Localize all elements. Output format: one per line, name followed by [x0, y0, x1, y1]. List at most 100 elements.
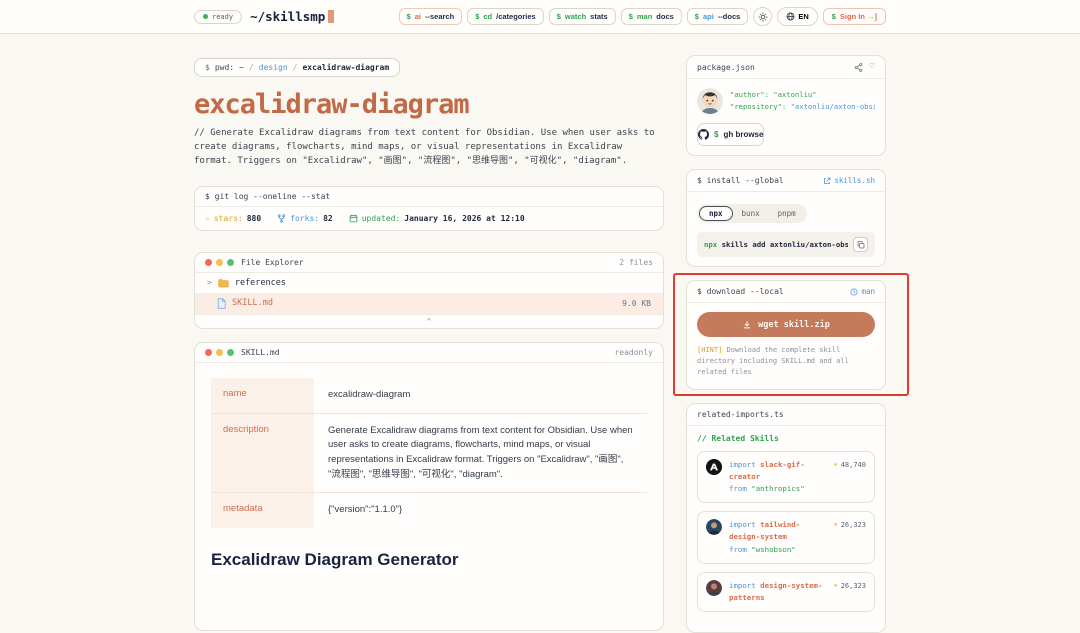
- download-hint: [HINT] Download the complete skill direc…: [697, 345, 875, 379]
- install-command-title: $ install --global: [697, 176, 784, 185]
- file-size: 9.0 KB: [622, 299, 651, 308]
- copy-button[interactable]: [853, 237, 868, 252]
- breadcrumb-current: excalidraw-diagram: [302, 63, 389, 72]
- brand-logo[interactable]: ~/skillsmp: [250, 9, 334, 24]
- import-keyword: import: [729, 581, 756, 590]
- repo-stats-row: ☆ stars: 880 forks: 82: [195, 207, 663, 230]
- maximize-dot-icon[interactable]: [227, 349, 234, 356]
- breadcrumb-design-link[interactable]: design: [259, 63, 288, 72]
- close-dot-icon[interactable]: [205, 259, 212, 266]
- install-header: $ install --global skills.sh: [687, 170, 885, 192]
- repository-value[interactable]: "axtonliu/axton-obsi…": [791, 102, 875, 111]
- frontmatter-value-description: Generate Excalidraw diagrams from text c…: [314, 414, 647, 494]
- related-skill-item-slack-gif-creator[interactable]: import slack-gif-creator from "anthropic…: [697, 451, 875, 504]
- anthropic-logo-icon: [706, 459, 722, 475]
- avatar: [697, 88, 723, 114]
- download-card: $ download --local man: [686, 280, 886, 390]
- nav-arg: docs: [656, 12, 674, 21]
- author-value[interactable]: "axtonliu": [773, 90, 816, 99]
- star-count: 26,323: [841, 521, 866, 529]
- share-icon[interactable]: [854, 63, 863, 72]
- download-body: wget skill.zip [HINT] Download the compl…: [687, 303, 885, 389]
- status-label: ready: [212, 13, 233, 21]
- nav-categories-button[interactable]: $ cd /categories: [467, 8, 544, 25]
- nav-ai-search-button[interactable]: $ ai --search: [399, 8, 463, 25]
- sign-in-button[interactable]: $ Sign In →]: [823, 8, 886, 25]
- file-icon: [217, 298, 226, 309]
- nav-arg: --docs: [718, 12, 741, 21]
- star-count: 26,323: [841, 582, 866, 590]
- maximize-dot-icon[interactable]: [227, 259, 234, 266]
- heart-icon[interactable]: ♡: [870, 62, 875, 72]
- globe-icon: [786, 12, 795, 21]
- download-zip-button[interactable]: wget skill.zip: [697, 312, 875, 337]
- chevron-right-icon: >: [207, 278, 212, 287]
- terminal-cursor-icon: [328, 10, 334, 23]
- gh-browse-button[interactable]: $ gh browse: [697, 123, 764, 146]
- external-link-icon: [823, 177, 831, 185]
- star-icon: ★: [833, 521, 837, 528]
- download-command-title: $ download --local: [697, 287, 784, 296]
- repository-key: "repository":: [730, 102, 786, 111]
- tab-npx[interactable]: npx: [699, 206, 733, 221]
- minimize-dot-icon[interactable]: [216, 349, 223, 356]
- man-link[interactable]: man: [850, 287, 875, 296]
- download-header: $ download --local man: [687, 281, 885, 303]
- language-selector-button[interactable]: EN: [777, 7, 817, 26]
- chevron-up-icon: ^: [427, 317, 432, 326]
- star-outline-icon: ☆: [205, 214, 210, 223]
- skills-sh-link[interactable]: skills.sh: [823, 176, 875, 185]
- nav-cmd: api: [703, 12, 714, 21]
- related-skill-stars: ★ 48,740: [833, 459, 866, 496]
- close-dot-icon[interactable]: [205, 349, 212, 356]
- related-skill-stars: ★ 26,323: [833, 519, 866, 556]
- dollar-sign: $: [407, 12, 411, 21]
- related-skill-item-tailwind-design-system[interactable]: import tailwind-design-system from "wsho…: [697, 511, 875, 564]
- calendar-icon: [349, 214, 358, 223]
- status-dot-icon: [203, 14, 208, 19]
- folder-name: references: [235, 278, 286, 288]
- package-fields: "author": "axtonliu" "repository": "axto…: [730, 89, 875, 112]
- nav-cmd: ai: [415, 12, 421, 21]
- breadcrumb-home-link[interactable]: ~: [239, 63, 244, 72]
- man-label: man: [861, 287, 875, 296]
- related-skill-text: import design-system-patterns: [729, 580, 826, 604]
- nav-cmd: watch: [565, 12, 586, 21]
- brand-text: ~/skillsmp: [250, 9, 325, 24]
- forks-stat: forks: 82: [277, 214, 333, 223]
- breadcrumb-separator: /: [293, 63, 298, 72]
- file-row-skill-md[interactable]: SKILL.md 9.0 KB: [195, 293, 663, 314]
- dollar-sign: $: [695, 12, 699, 21]
- frontmatter-key-description: description: [211, 414, 314, 494]
- collapse-button[interactable]: ^: [195, 314, 663, 328]
- copy-icon: [857, 241, 865, 249]
- related-skill-text: import tailwind-design-system from "wsho…: [729, 519, 826, 556]
- tab-bunx[interactable]: bunx: [733, 207, 769, 220]
- nav-api-docs-button[interactable]: $ api --docs: [687, 8, 749, 25]
- related-skill-item-design-system-patterns[interactable]: import design-system-patterns ★ 26,323: [697, 572, 875, 612]
- install-command-text: npx skills add axtonliu/axton-obsid…: [704, 240, 848, 249]
- from-keyword: from: [729, 545, 747, 554]
- skill-md-card: SKILL.md readonly name excalidraw-diagra…: [194, 342, 664, 631]
- nav-docs-button[interactable]: $ man docs: [621, 8, 682, 25]
- package-json-card: package.json ♡: [686, 55, 886, 156]
- updated-stat: updated: January 16, 2026 at 12:10: [349, 214, 525, 223]
- nav-stats-button[interactable]: $ watch stats: [549, 8, 616, 25]
- stars-count: 880: [247, 214, 261, 223]
- file-explorer-title: File Explorer: [241, 258, 304, 267]
- folder-row-references[interactable]: > references: [195, 273, 663, 293]
- stars-label: stars:: [214, 214, 243, 223]
- theme-toggle-button[interactable]: [753, 7, 772, 26]
- minimize-dot-icon[interactable]: [216, 259, 223, 266]
- file-explorer-card: File Explorer 2 files > references: [194, 252, 664, 329]
- star-count: 48,740: [841, 461, 866, 469]
- related-skills-card: related-imports.ts // Related Skills imp…: [686, 403, 886, 633]
- tab-pnpm[interactable]: pnpm: [769, 207, 805, 220]
- frontmatter-value-metadata: {"version":"1.1.0"}: [314, 493, 647, 528]
- forks-label: forks:: [290, 214, 319, 223]
- stars-stat: ☆ stars: 880: [205, 214, 261, 223]
- frontmatter-key-name: name: [211, 378, 314, 414]
- frontmatter-table: name excalidraw-diagram description Gene…: [211, 378, 647, 528]
- table-row: metadata {"version":"1.1.0"}: [211, 493, 647, 528]
- sign-in-label: Sign In →]: [840, 12, 877, 21]
